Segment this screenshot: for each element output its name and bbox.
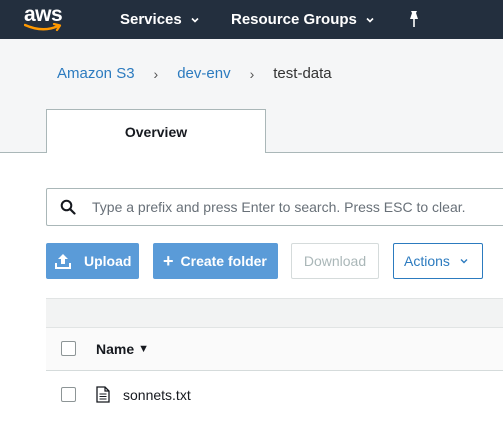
search-icon bbox=[60, 199, 76, 215]
select-all-checkbox[interactable] bbox=[61, 341, 76, 356]
table-row[interactable] bbox=[46, 371, 503, 417]
create-folder-label: Create folder bbox=[180, 253, 267, 269]
breadcrumb-current: test-data bbox=[273, 65, 332, 82]
services-menu[interactable]: Services bbox=[120, 0, 200, 39]
chevron-down-icon bbox=[191, 17, 199, 23]
search-box bbox=[46, 188, 503, 226]
services-label: Services bbox=[120, 11, 182, 28]
plus-icon: + bbox=[163, 251, 174, 271]
download-button[interactable]: Download bbox=[291, 243, 379, 279]
breadcrumb: Amazon S3 › dev-env › test-data bbox=[57, 65, 332, 82]
row-checkbox[interactable] bbox=[61, 387, 76, 402]
chevron-down-icon bbox=[460, 259, 468, 264]
aws-smile-icon bbox=[24, 23, 62, 32]
chevron-down-icon bbox=[366, 17, 374, 23]
breadcrumb-separator: › bbox=[249, 65, 255, 82]
upload-label: Upload bbox=[84, 253, 132, 269]
actions-label: Actions bbox=[404, 253, 450, 269]
breadcrumb-dev-env[interactable]: dev-env bbox=[177, 65, 230, 82]
aws-logo[interactable]: aws bbox=[22, 3, 64, 35]
actions-dropdown[interactable]: Actions bbox=[393, 243, 483, 279]
search-input[interactable] bbox=[92, 199, 503, 215]
create-folder-button[interactable]: + Create folder bbox=[153, 243, 278, 279]
top-navigation-bar: aws Services Resource Groups bbox=[0, 0, 503, 39]
resource-groups-menu[interactable]: Resource Groups bbox=[231, 0, 375, 39]
breadcrumb-separator: › bbox=[153, 65, 159, 82]
pin-icon[interactable] bbox=[406, 10, 422, 28]
sort-descending-icon: ▼ bbox=[138, 343, 150, 355]
breadcrumb-amazon-s3[interactable]: Amazon S3 bbox=[57, 65, 135, 82]
upload-icon bbox=[55, 254, 71, 269]
resource-groups-label: Resource Groups bbox=[231, 11, 357, 28]
upload-button[interactable]: Upload bbox=[46, 243, 139, 279]
file-name-link[interactable]: sonnets.txt bbox=[123, 387, 191, 403]
table-toolbar bbox=[46, 298, 503, 327]
tab-overview[interactable]: Overview bbox=[46, 109, 266, 153]
column-header-name[interactable]: Name ▼ bbox=[96, 341, 149, 357]
column-header-name-label: Name bbox=[96, 341, 135, 357]
file-icon bbox=[96, 386, 110, 403]
